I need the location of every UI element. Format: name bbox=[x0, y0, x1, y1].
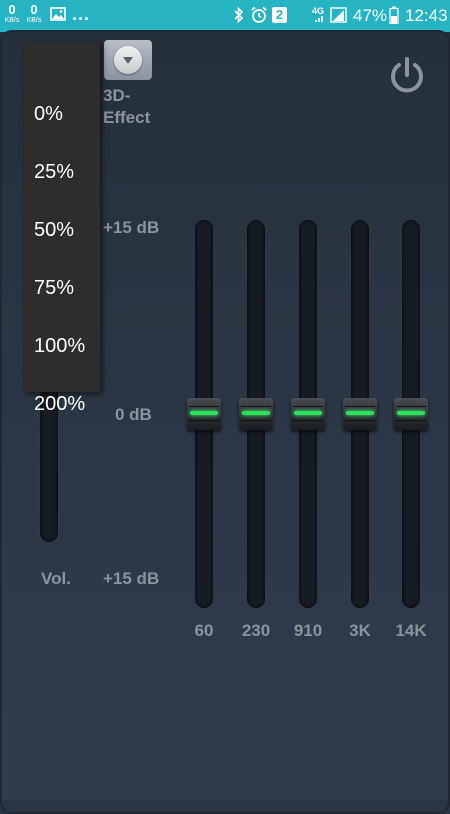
band-label-1: 230 bbox=[241, 621, 271, 640]
band-label-4: 14K bbox=[395, 621, 427, 640]
band-label-3: 3K bbox=[349, 621, 371, 640]
download-speed-value: 0 bbox=[8, 2, 16, 17]
scale-bottom-label: +15 dB bbox=[103, 569, 160, 588]
download-speed: 0 KB/s bbox=[4, 3, 20, 25]
band-knob-1[interactable] bbox=[239, 398, 273, 430]
band-knob-4[interactable] bbox=[394, 398, 428, 430]
alarm-icon bbox=[251, 6, 267, 23]
scale-middle-label: 0 dB bbox=[115, 405, 152, 424]
battery-percent: 47% bbox=[353, 6, 388, 25]
upload-speed: 0 KB/s bbox=[26, 3, 42, 25]
power-icon[interactable] bbox=[386, 55, 428, 97]
dropdown-option-25[interactable]: 25% bbox=[34, 152, 100, 192]
effect-level-dropdown: 0% 25% 50% 75% 100% 200% bbox=[24, 42, 100, 415]
signal-icon bbox=[315, 7, 347, 23]
volume-label: Vol. bbox=[41, 569, 71, 588]
clock: 12:43 bbox=[405, 6, 448, 25]
dropdown-option-50[interactable]: 50% bbox=[34, 210, 100, 250]
dropdown-option-200[interactable]: 200% bbox=[34, 384, 100, 424]
dropdown-option-0[interactable]: 0% bbox=[34, 94, 100, 134]
effect-label: 3D-Effect bbox=[103, 86, 151, 127]
dropdown-option-100[interactable]: 100% bbox=[34, 326, 100, 366]
notification-badge: 2 bbox=[272, 7, 287, 23]
more-notifications: ... bbox=[72, 4, 91, 24]
battery-icon bbox=[389, 6, 399, 24]
band-label-0: 60 bbox=[194, 621, 214, 640]
bluetooth-icon bbox=[234, 6, 244, 24]
upload-speed-unit: KB/s bbox=[26, 17, 42, 24]
band-knob-2[interactable] bbox=[291, 398, 325, 430]
effect-dropdown-button[interactable] bbox=[104, 40, 152, 80]
band-label-2: 910 bbox=[293, 621, 323, 640]
upload-speed-value: 0 bbox=[30, 2, 38, 17]
dropdown-option-75[interactable]: 75% bbox=[34, 268, 100, 308]
band-knob-3[interactable] bbox=[343, 398, 377, 430]
chevron-down-icon bbox=[114, 46, 142, 74]
image-icon bbox=[50, 7, 66, 21]
status-bar: 0 KB/s 0 KB/s ... 2 4G 47% 12:43 bbox=[0, 0, 450, 32]
band-knob-0[interactable] bbox=[187, 398, 221, 430]
download-speed-unit: KB/s bbox=[4, 17, 20, 24]
scale-top-label: +15 dB bbox=[103, 218, 160, 237]
